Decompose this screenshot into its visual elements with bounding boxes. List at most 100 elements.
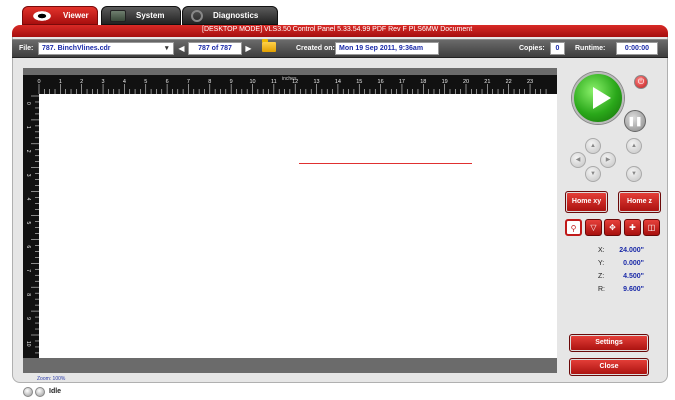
copies-field[interactable]: 0	[550, 42, 565, 55]
jog-left-button[interactable]: ◀	[570, 152, 586, 168]
ruler-top-tick-label: 13	[313, 79, 319, 85]
ruler-left-tick-label: 8	[25, 293, 31, 296]
ruler-top-tick-label: 5	[144, 79, 147, 85]
chevron-down-icon[interactable]: ▾	[165, 44, 169, 52]
ruler-top-tick-label: 6	[166, 79, 169, 85]
gauge-icon	[191, 9, 203, 22]
close-button[interactable]: Close	[569, 358, 649, 376]
ruler-top-tick-label: 21	[484, 79, 490, 85]
created-value: Mon 19 Sep 2011, 9:36am	[339, 45, 424, 52]
estimate-icon[interactable]: ▽	[585, 219, 602, 236]
vector-line[interactable]	[299, 163, 472, 164]
ruler-top-tick-label: 8	[208, 79, 211, 85]
status-text: Idle	[49, 388, 62, 395]
ruler-top-tick-label: 18	[420, 79, 426, 85]
coord-y-value: 0.000"	[623, 260, 644, 267]
relocate-icon[interactable]: ✚	[624, 219, 641, 236]
ruler-top-tick-label: 22	[506, 79, 512, 85]
ruler-left-tick-label: 5	[25, 222, 31, 225]
runtime-label: Runtime:	[575, 45, 606, 52]
ruler-left-tick-label: 2	[25, 150, 31, 153]
prev-page-button[interactable]: ◀	[177, 42, 186, 55]
page-value: 787 of 787	[198, 45, 232, 52]
next-page-button[interactable]: ▶	[244, 42, 253, 55]
ruler-left: 01234567891011	[23, 94, 39, 370]
settings-button[interactable]: Settings	[569, 334, 649, 352]
arrow-down-icon: ▼	[590, 171, 596, 177]
start-button[interactable]	[572, 72, 624, 124]
zoom-icon[interactable]: ⚲	[565, 219, 582, 236]
coord-r-label: R:	[598, 286, 605, 293]
z-up-button[interactable]: ▲	[626, 138, 642, 154]
open-folder-icon[interactable]	[262, 39, 276, 52]
coord-x-value: 24.000"	[619, 247, 644, 254]
eye-icon	[31, 9, 53, 22]
laser-bed-workspace[interactable]	[39, 94, 557, 358]
pause-icon: ❚❚	[627, 116, 643, 126]
header-bar: [DESKTOP MODE] VLS3.50 Control Panel 5.3…	[12, 25, 668, 37]
arrow-up-icon: ▲	[590, 143, 596, 149]
file-select[interactable]: 787. BinchVlines.cdr	[38, 42, 174, 55]
ruler-top-tick-label: 4	[123, 79, 126, 85]
ruler-top-tick-label: 11	[271, 79, 277, 85]
file-value: 787. BinchVlines.cdr	[42, 45, 111, 52]
zoom-label: Zoom: 100%	[37, 376, 66, 382]
tab-system-label: System	[136, 11, 165, 20]
created-label: Created on:	[296, 45, 335, 52]
ruler-unit-label: inches	[282, 76, 297, 82]
ruler-top-tick-label: 2	[80, 79, 83, 85]
arrow-right-icon: ▶	[605, 157, 611, 163]
ruler-left-tick-label: 1	[25, 126, 31, 129]
ruler-top-tick-label: 16	[378, 79, 384, 85]
toolbar: File: 787. BinchVlines.cdr ▾ ◀ 787 of 78…	[12, 39, 668, 58]
ruler-top-tick-label: 10	[249, 79, 255, 85]
ruler-top-tick-label: 3	[102, 79, 105, 85]
coord-r-value: 9.600"	[623, 286, 644, 293]
arrow-up-icon: ▲	[631, 143, 637, 149]
status-indicator-icon	[35, 387, 45, 397]
ruler-left-tick-label: 4	[25, 198, 31, 201]
created-field: Mon 19 Sep 2011, 9:36am	[335, 42, 439, 55]
pause-button[interactable]: ❚❚	[624, 110, 646, 132]
ruler-left-ticks: 01234567891011	[25, 95, 39, 370]
ruler-top-tick-label: 9	[230, 79, 233, 85]
coord-y-label: Y:	[598, 260, 605, 267]
jog-right-button[interactable]: ▶	[600, 152, 616, 168]
jog-up-button[interactable]: ▲	[585, 138, 601, 154]
jog-down-button[interactable]: ▼	[585, 166, 601, 182]
tab-viewer[interactable]: Viewer	[22, 6, 98, 25]
ruler-top-tick-label: 7	[187, 79, 190, 85]
copies-label: Copies:	[519, 45, 545, 52]
ruler-left-tick-label: 7	[25, 269, 31, 272]
tab-diagnostics-label: Diagnostics	[213, 11, 259, 20]
move-icon[interactable]: ✥	[604, 219, 621, 236]
ruler-top-tick-label: 23	[527, 79, 533, 85]
coord-x-label: X:	[598, 247, 605, 254]
page-field[interactable]: 787 of 787	[188, 42, 242, 55]
coord-z-label: Z:	[598, 273, 605, 280]
ruler-top-tick-label: 17	[399, 79, 405, 85]
runtime-field: 0:00:00	[616, 42, 658, 55]
power-button[interactable]: ⏻	[634, 75, 648, 89]
tab-viewer-label: Viewer	[63, 11, 89, 20]
ruler-left-tick-label: 9	[25, 317, 31, 320]
coord-z-value: 4.500"	[623, 273, 644, 280]
tab-diagnostics[interactable]: Diagnostics	[182, 6, 278, 25]
duplicate-icon[interactable]: ◫	[643, 219, 660, 236]
ruler-top-tick-label: 1	[59, 79, 62, 85]
home-z-button[interactable]: Home z	[618, 191, 661, 213]
z-down-button[interactable]: ▼	[626, 166, 642, 182]
header-title: [DESKTOP MODE] VLS3.50 Control Panel 5.3…	[202, 26, 473, 33]
home-xy-button[interactable]: Home xy	[565, 191, 608, 213]
ruler-left-tick-label: 3	[25, 174, 31, 177]
runtime-value: 0:00:00	[624, 45, 650, 52]
power-icon: ⏻	[637, 77, 645, 86]
arrow-down-icon: ▼	[631, 171, 637, 177]
copies-value: 0	[555, 45, 560, 52]
ruler-top-tick-label: 15	[356, 79, 362, 85]
ruler-left-tick-label: 6	[25, 245, 31, 248]
ruler-top-tick-label: 19	[442, 79, 448, 85]
monitor-icon	[110, 9, 126, 22]
arrow-left-icon: ◀	[575, 157, 581, 163]
tab-system[interactable]: System	[101, 6, 181, 25]
